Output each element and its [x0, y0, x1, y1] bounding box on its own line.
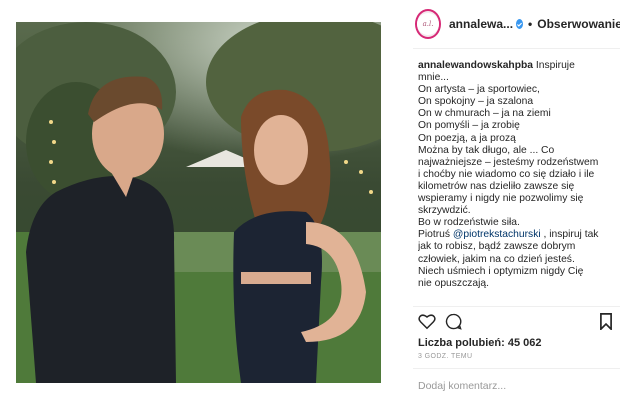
caption-line: nie opuszczają.: [418, 277, 489, 289]
username[interactable]: annalewa...: [449, 17, 513, 31]
caption-line: On spokojny – ja szalona: [418, 96, 534, 108]
caption-line: Można by tak długo, ale ... Co: [418, 144, 555, 156]
likes-count[interactable]: Liczba polubień: 45 062: [418, 337, 541, 349]
heart-icon[interactable]: [418, 313, 436, 330]
caption-line: najważniejsze – jesteśmy rodzeństwem: [418, 156, 599, 168]
caption-line: jak to robisz, bądź zawsze dobrym: [418, 241, 576, 253]
bookmark-icon[interactable]: [599, 313, 613, 330]
caption-line: skrzywdzić.: [418, 205, 471, 217]
caption-line: On w chmurach – ja na ziemi: [418, 108, 551, 120]
comment-icon[interactable]: [445, 313, 462, 330]
action-bar: [418, 313, 613, 331]
post-header: a.l. annalewa... • Obserwowanie: [415, 6, 620, 42]
caption-line: mnie...: [418, 72, 449, 84]
caption-line: annalewandowskahpba Inspiruje: [418, 60, 575, 71]
caption-username[interactable]: annalewandowskahpba: [418, 60, 533, 71]
avatar[interactable]: a.l.: [415, 9, 441, 39]
avatar-logo: a.l.: [417, 13, 439, 35]
separator-dot: •: [528, 17, 533, 31]
caption-line: On poezją, a ja prozą: [418, 132, 516, 144]
comment-input[interactable]: Dodaj komentarz...: [418, 380, 506, 392]
actions-divider: [413, 306, 620, 307]
caption-line: On pomyśli – ja zrobię: [418, 120, 520, 132]
caption-line: On artysta – ja sportowiec,: [418, 84, 540, 96]
caption-line: Niech uśmiech i optymizm nigdy Cię: [418, 265, 584, 277]
caption-line: Bo w rodzeństwie siła.: [418, 217, 520, 229]
post-photo-image: [16, 22, 381, 383]
post-photo[interactable]: [16, 22, 381, 383]
comment-divider: [413, 368, 620, 369]
caption-line: człowiek, jakim na co dzień jesteś.: [418, 253, 575, 265]
post-timestamp: 3 GODZ. TEMU: [418, 353, 473, 360]
caption-line: wspieramy i nigdy nie pozwolimy się: [418, 193, 584, 205]
caption-line: Piotruś @piotrekstachurski , inspiruj ta…: [418, 229, 599, 241]
caption-line: kilometrów nas dzieliło zawsze się: [418, 180, 575, 192]
caption-line: i choćby nie wiadomo co się działo i ile: [418, 168, 595, 180]
post-side-panel: a.l. annalewa... • Obserwowanie annalewa…: [403, 0, 620, 399]
mention-link[interactable]: @piotrekstachurski: [453, 229, 541, 240]
caption-text: annalewandowskahpba Inspiruje mnie... On…: [418, 60, 616, 310]
verified-badge-icon: [516, 19, 524, 29]
header-divider: [413, 48, 620, 49]
follow-button[interactable]: Obserwowanie: [537, 17, 620, 31]
